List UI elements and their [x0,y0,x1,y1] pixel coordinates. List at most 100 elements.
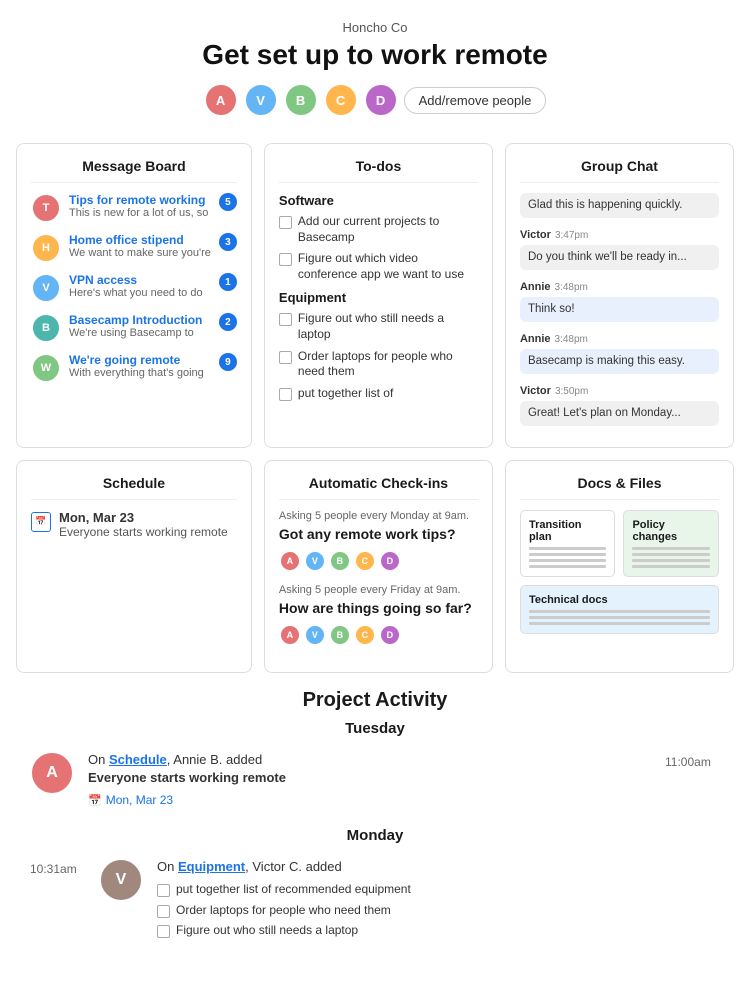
avatar: D [364,83,398,117]
avatar: B [329,624,351,646]
calendar-icon: 📅 [31,512,51,532]
docs-grid: Transition plan Policy changes Technical… [520,510,719,634]
message-title: VPN access [69,273,211,287]
schedule-content: 📅 Mon, Mar 23 Everyone starts working re… [31,510,237,539]
activity-item: 10:31amVOn Equipment, Victor C. addedput… [30,858,720,944]
avatar: D [379,550,401,572]
message-title: Home office stipend [69,233,211,247]
todo-text: Order laptops for people who need them [176,903,391,919]
avatar: A [30,751,74,795]
todo-item[interactable]: Figure out who still needs a laptop [279,311,478,342]
message-item[interactable]: B Basecamp Introduction We're using Base… [31,313,237,343]
people-row: AVBCDAdd/remove people [0,83,750,117]
activity-content: On Equipment, Victor C. addedput togethe… [157,858,720,944]
message-list: T Tips for remote working This is new fo… [31,193,237,383]
schedule-desc: Everyone starts working remote [59,525,228,539]
avatar: V [244,83,278,117]
activity-link[interactable]: Equipment [178,859,245,874]
todo-text: Figure out who still needs a laptop [298,311,478,342]
todo-text: put together list of [298,386,393,402]
message-title: Basecamp Introduction [69,313,211,327]
todo-checkbox[interactable] [279,216,292,229]
todo-checkbox[interactable] [279,253,292,266]
group-chat-card: Group Chat Glad this is happening quickl… [505,143,734,448]
message-content: Home office stipend We want to make sure… [69,233,211,259]
activity-todo-item[interactable]: Order laptops for people who need them [157,903,720,919]
chat-message: Annie3:48pmBasecamp is making this easy. [520,329,719,374]
doc-title: Transition plan [529,519,607,543]
avatar: B [329,550,351,572]
auto-checkins-card: Automatic Check-ins Asking 5 people ever… [264,460,493,673]
activity-days: TuesdayAOn Schedule, Annie B. addedEvery… [30,720,720,944]
unread-badge: 9 [219,353,237,371]
todo-text: Figure out who still needs a laptop [176,923,358,939]
docs-content: Transition plan Policy changes Technical… [520,510,719,634]
docs-files-title: Docs & Files [520,475,719,500]
message-item[interactable]: W We're going remote With everything tha… [31,353,237,383]
message-content: VPN access Here's what you need to do [69,273,211,299]
chat-sender: Annie [520,281,551,293]
todo-checkbox[interactable] [279,313,292,326]
checkin-block: Asking 5 people every Monday at 9am. Got… [279,510,478,572]
todo-text: Order laptops for people who need them [298,349,478,380]
doc-title: Technical docs [529,594,710,606]
activity-sub-item: 📅Mon, Mar 23 [88,793,651,807]
activity-link[interactable]: Schedule [109,752,167,767]
chat-bubble: Think so! [520,297,719,322]
checkin-block: Asking 5 people every Friday at 9am. How… [279,584,478,646]
todo-checkbox[interactable] [157,884,170,897]
avatar: A [279,624,301,646]
schedule-entry: 📅 Mon, Mar 23 Everyone starts working re… [31,510,237,539]
message-content: We're going remote With everything that'… [69,353,211,379]
avatar: V [31,273,61,303]
todo-text: Add our current projects to Basecamp [298,214,478,245]
doc-card[interactable]: Policy changes [623,510,719,577]
todo-checkbox[interactable] [279,351,292,364]
chat-message: Annie3:48pmThink so! [520,277,719,322]
chat-bubble: Do you think we'll be ready in... [520,245,719,270]
todo-item[interactable]: Figure out which video conference app we… [279,251,478,282]
todo-item[interactable]: Order laptops for people who need them [279,349,478,380]
todo-item[interactable]: put together list of [279,386,478,402]
doc-card[interactable]: Technical docs [520,585,719,634]
schedule-info: Mon, Mar 23 Everyone starts working remo… [59,510,228,539]
todo-section-title: Software [279,193,478,208]
doc-card[interactable]: Transition plan [520,510,616,577]
chat-time: 3:48pm [555,334,588,345]
activity-time: 11:00am [665,751,720,769]
unread-badge: 1 [219,273,237,291]
doc-lines [529,547,607,568]
message-item[interactable]: V VPN access Here's what you need to do … [31,273,237,303]
company-name: Honcho Co [0,20,750,35]
message-item[interactable]: H Home office stipend We want to make su… [31,233,237,263]
schedule-card: Schedule 📅 Mon, Mar 23 Everyone starts w… [16,460,252,673]
avatar: B [31,313,61,343]
activity-content: On Schedule, Annie B. addedEveryone star… [88,751,651,807]
activity-title: Project Activity [30,689,720,712]
avatar: V [99,858,143,902]
todos-content: Software Add our current projects to Bas… [279,193,478,401]
add-people-button[interactable]: Add/remove people [404,87,547,114]
activity-bold: Everyone starts working remote [88,770,286,785]
avatar: C [354,624,376,646]
todos-title: To-dos [279,158,478,183]
chat-bubble: Basecamp is making this easy. [520,349,719,374]
message-item[interactable]: T Tips for remote working This is new fo… [31,193,237,223]
chat-bubble: Great! Let's plan on Monday... [520,401,719,426]
message-title: We're going remote [69,353,211,367]
avatar: V [304,550,326,572]
todo-checkbox[interactable] [157,925,170,938]
todo-checkbox[interactable] [279,388,292,401]
todo-checkbox[interactable] [157,905,170,918]
activity-todo-item[interactable]: put together list of recommended equipme… [157,882,720,898]
avatar: W [31,353,61,383]
message-title: Tips for remote working [69,193,211,207]
message-preview: With everything that's going [69,367,211,379]
avatar: A [279,550,301,572]
activity-todo-item[interactable]: Figure out who still needs a laptop [157,923,720,939]
todos-card: To-dos Software Add our current projects… [264,143,493,448]
todo-item[interactable]: Add our current projects to Basecamp [279,214,478,245]
todo-section-title: Equipment [279,290,478,305]
checkin-avatars: AVBCD [279,624,478,646]
todo-text: Figure out which video conference app we… [298,251,478,282]
